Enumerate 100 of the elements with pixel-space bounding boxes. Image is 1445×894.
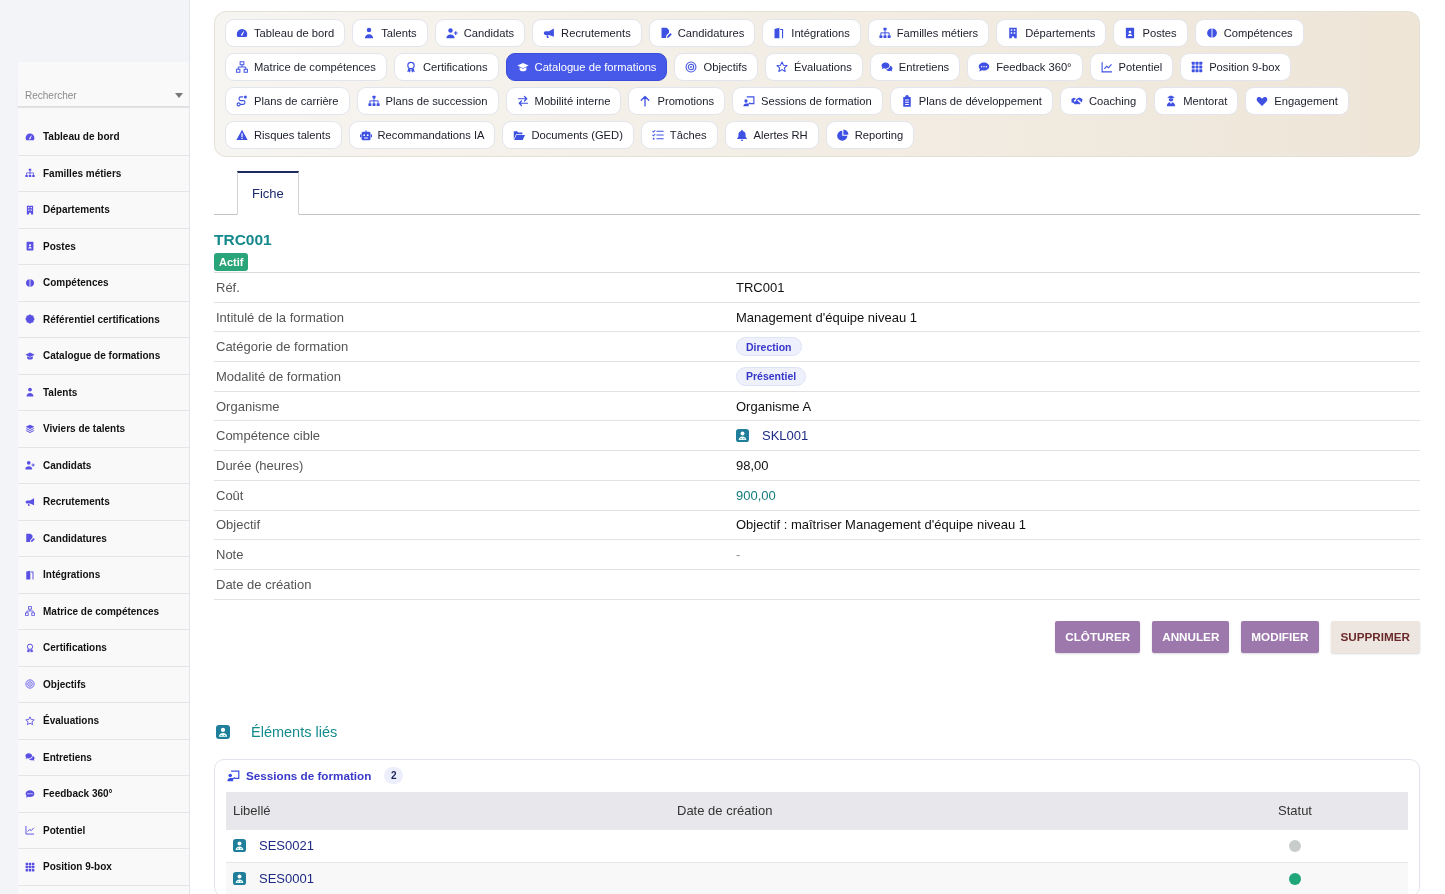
record-link[interactable]: SES0001: [233, 871, 314, 887]
nav-link[interactable]: Familles métiers: [867, 19, 990, 47]
ribbon-icon: [404, 61, 417, 73]
gauge-icon: [236, 27, 248, 39]
sidebar-item[interactable]: Compétences: [18, 265, 189, 302]
seal-icon: [25, 314, 35, 325]
sidebar-item[interactable]: Référentiel certifications: [18, 301, 189, 338]
action-button[interactable]: CLÔTURER: [1055, 620, 1141, 653]
pie-chart-icon: [836, 129, 849, 141]
nav-link[interactable]: Tableau de bord: [225, 19, 346, 47]
nav-link[interactable]: Engagement: [1245, 87, 1349, 115]
field-value: Organisme A: [736, 398, 812, 414]
field-label: Organisme: [215, 398, 281, 414]
chat-icon: [25, 788, 35, 799]
sidebar-item[interactable]: Certifications: [18, 630, 189, 667]
nav-link[interactable]: Postes: [1113, 19, 1188, 47]
sidebar-item[interactable]: Entretiens: [18, 739, 189, 776]
nav-link[interactable]: Plans de succession: [356, 87, 499, 115]
nav-link[interactable]: Documents (GED): [502, 121, 634, 149]
person-plus-icon: [445, 27, 458, 39]
nav-link[interactable]: Tâches: [640, 121, 718, 149]
nav-link[interactable]: Certifications: [393, 53, 499, 81]
nav-link[interactable]: Candidatures: [648, 19, 756, 47]
nav-link[interactable]: Compétences: [1194, 19, 1304, 47]
nav-link[interactable]: Recommandations IA: [348, 121, 496, 149]
sidebar-item[interactable]: Départements: [18, 192, 189, 229]
gauge-icon: [25, 131, 35, 142]
field-tag: Présentiel: [736, 366, 807, 386]
graduate-icon: [1165, 95, 1178, 107]
action-button[interactable]: SUPPRIMER: [1330, 620, 1420, 653]
search-field[interactable]: Rechercher: [25, 90, 175, 101]
sidebar-item[interactable]: Candidats: [18, 447, 189, 484]
handshake-icon: [1070, 95, 1083, 107]
sidebar-item[interactable]: Catalogue de formations: [18, 338, 189, 375]
sidebar-item[interactable]: Familles métiers: [18, 155, 189, 192]
nav-link[interactable]: Objectifs: [674, 53, 758, 81]
nav-link[interactable]: Coaching: [1059, 87, 1148, 115]
column-header: Statut: [1277, 803, 1313, 819]
nav-link[interactable]: Évaluations: [765, 53, 863, 81]
nav-link[interactable]: Recrutements: [532, 19, 642, 47]
nav-link[interactable]: Plans de carrière: [225, 87, 350, 115]
target-icon: [685, 61, 698, 73]
field-value: 98,00: [736, 457, 769, 473]
nav-link[interactable]: Plans de développement: [889, 87, 1053, 115]
action-button[interactable]: MODIFIER: [1241, 620, 1319, 653]
sidebar-item[interactable]: Talents: [18, 374, 189, 411]
nav-link[interactable]: Position 9-box: [1180, 53, 1292, 81]
person-tile-icon: [216, 724, 230, 739]
column-header: Libellé: [232, 803, 272, 819]
nav-link[interactable]: Mentorat: [1154, 87, 1239, 115]
record-link[interactable]: SKL001: [736, 428, 809, 444]
nav-link[interactable]: Feedback 360°: [967, 53, 1083, 81]
nav-link[interactable]: Intégrations: [762, 19, 861, 47]
line-chart-icon: [1100, 61, 1113, 73]
nav-link[interactable]: Départements: [996, 19, 1107, 47]
nav-link[interactable]: Matrice de compétences: [225, 53, 387, 81]
graduation-cap-icon: [516, 61, 529, 73]
nav-link[interactable]: Potentiel: [1089, 53, 1174, 81]
nav-link[interactable]: Candidats: [434, 19, 526, 47]
sidebar-item[interactable]: Tableau de bord: [18, 119, 189, 156]
sidebar-item[interactable]: Potentiel: [18, 812, 189, 849]
sidebar-item[interactable]: Postes: [18, 228, 189, 265]
clipboard-icon: [900, 95, 913, 107]
record-link[interactable]: SES0021: [233, 838, 314, 854]
sidebar-item[interactable]: Recrutements: [18, 484, 189, 521]
megaphone-icon: [25, 496, 35, 507]
field-label: Catégorie de formation: [215, 339, 350, 355]
field-label: Intitulé de la formation: [215, 309, 345, 325]
sidebar-item[interactable]: Évaluations: [18, 703, 189, 740]
sidebar-item[interactable]: Position 9-box: [18, 849, 189, 886]
sidebar-item[interactable]: Matrice de compétences: [18, 593, 189, 630]
field-label: Compétence cible: [215, 428, 322, 444]
nav-link[interactable]: Reporting: [825, 121, 915, 149]
sidebar-item[interactable]: Intégrations: [18, 557, 189, 594]
network-icon: [236, 61, 248, 73]
sidebar-item[interactable]: Viviers de talents: [18, 411, 189, 448]
person-tile-icon: [233, 872, 246, 886]
document-pen-icon: [25, 533, 35, 544]
field-label: Objectif: [215, 517, 262, 533]
nav-link[interactable]: Catalogue de formations: [505, 53, 668, 81]
swap-arrows-icon: [516, 95, 529, 107]
nav-link[interactable]: Promotions: [628, 87, 726, 115]
action-button[interactable]: ANNULER: [1152, 620, 1230, 653]
person-icon: [363, 27, 376, 39]
nav-link[interactable]: Sessions de formation: [732, 87, 883, 115]
brain-icon: [1205, 27, 1218, 39]
arrow-up-icon: [639, 95, 652, 107]
nav-link[interactable]: Risques talents: [225, 121, 342, 149]
nav-link[interactable]: Talents: [352, 19, 428, 47]
warning-icon: [236, 129, 248, 141]
sidebar-item[interactable]: Objectifs: [18, 666, 189, 703]
checklist-icon: [651, 129, 664, 141]
nav-link[interactable]: Alertes RH: [724, 121, 819, 149]
field-tag: Direction: [736, 337, 802, 357]
sidebar-item[interactable]: Feedback 360°: [18, 776, 189, 813]
target-icon: [25, 679, 35, 690]
nav-link[interactable]: Mobilité interne: [505, 87, 622, 115]
tab[interactable]: Fiche: [237, 171, 299, 215]
sidebar-item[interactable]: Candidatures: [18, 520, 189, 557]
nav-link[interactable]: Entretiens: [869, 53, 961, 81]
